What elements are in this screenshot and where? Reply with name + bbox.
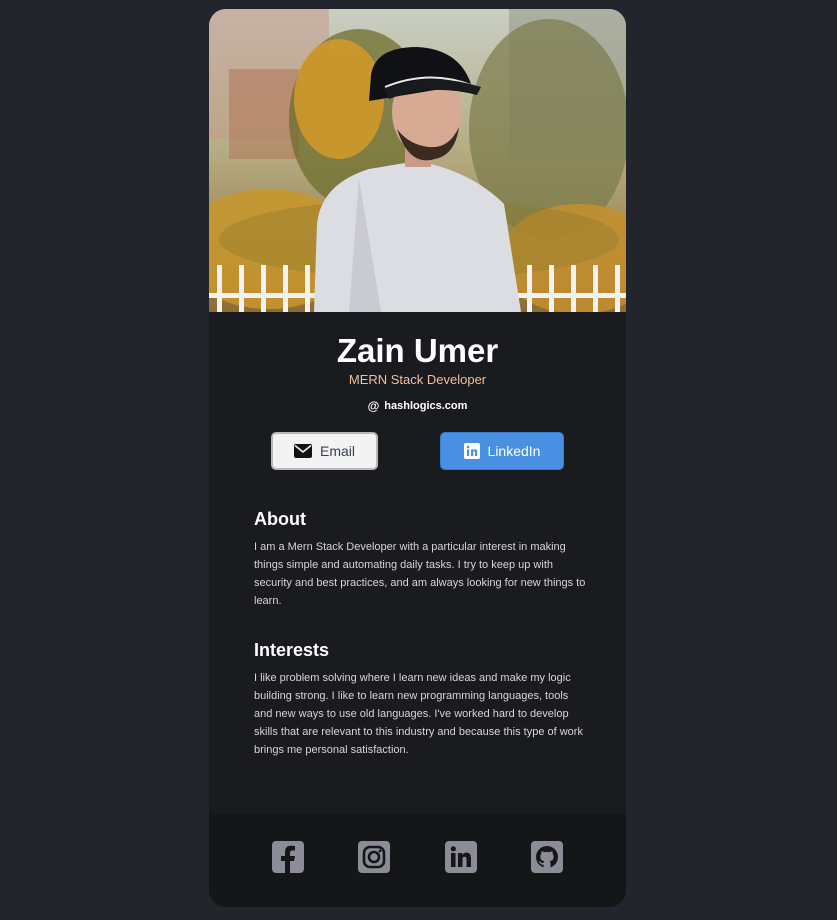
instagram-link[interactable]: [358, 841, 390, 873]
instagram-icon: [362, 845, 386, 869]
profile-photo: [209, 9, 626, 312]
about-section: About I am a Mern Stack Developer with a…: [254, 508, 589, 610]
facebook-icon: [281, 845, 295, 873]
facebook-link[interactable]: [272, 841, 304, 873]
about-text: I am a Mern Stack Developer with a parti…: [254, 541, 586, 607]
at-icon: @: [367, 399, 380, 413]
interests-section: Interests I like problem solving where I…: [254, 639, 589, 759]
profile-info: Zain Umer MERN Stack Developer @ hashlog…: [209, 312, 626, 414]
website-text: hashlogics.com: [384, 400, 468, 412]
linkedin-icon: [463, 443, 480, 459]
profile-card: Zain Umer MERN Stack Developer @ hashlog…: [209, 9, 626, 907]
linkedin-button-label: LinkedIn: [487, 443, 541, 459]
envelope-icon: [293, 444, 312, 458]
interests-text: I like problem solving where I learn new…: [254, 672, 583, 756]
email-button[interactable]: Email: [271, 432, 378, 470]
github-link[interactable]: [531, 841, 563, 873]
email-button-label: Email: [319, 443, 355, 459]
linkedin-footer-link[interactable]: [445, 841, 477, 873]
profile-role: MERN Stack Developer: [348, 372, 487, 387]
github-icon: [536, 846, 558, 868]
website-link[interactable]: @ hashlogics.com: [209, 399, 626, 413]
about-heading: About: [254, 509, 306, 529]
footer: [209, 813, 626, 907]
linkedin-button[interactable]: LinkedIn: [440, 432, 564, 470]
interests-heading: Interests: [254, 640, 330, 660]
linkedin-icon: [450, 846, 471, 867]
profile-name: Zain Umer: [336, 332, 499, 369]
